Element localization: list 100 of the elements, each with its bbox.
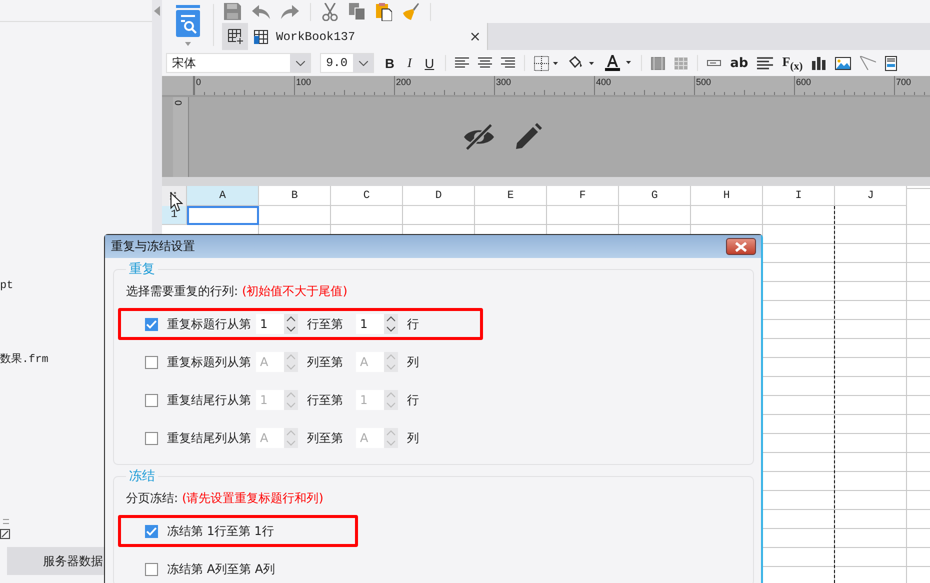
option-label: 重复结尾行从第 [167,392,251,408]
instruction-label: 分页冻结: [126,490,178,506]
workbook-tab[interactable]: WorkBook137 × [248,23,488,50]
ruler-label: 300 [496,77,512,87]
stepper-arrows-icon [384,428,398,448]
scissors-icon[interactable] [322,2,338,20]
stepper-arrows-icon [284,390,298,410]
column-header[interactable]: J [835,186,907,206]
stepper-arrows-icon [284,352,298,372]
line-tool-icon[interactable] [860,56,876,70]
split-cells-icon[interactable] [674,56,688,70]
chevron-down-icon [358,60,368,66]
workbook-icon [254,30,268,44]
close-icon [735,242,747,252]
align-left-icon[interactable] [455,57,470,69]
bold-button[interactable]: B [383,56,396,70]
ruler-label: 700 [896,77,912,87]
pencil-icon[interactable] [514,123,542,151]
option-label: 列 [407,430,419,446]
collapse-arrow-icon[interactable] [154,6,160,16]
checkbox[interactable] [145,394,158,406]
column-header[interactable]: E [475,186,547,206]
option-label: 列至第 [307,354,343,370]
column-header[interactable]: F [547,186,619,206]
warning-note: (请先设置重复标题行和列) [182,490,324,506]
group-title: 冻结 [128,468,156,485]
grip-handle[interactable] [3,519,9,524]
ruler-label: 600 [796,77,812,87]
window-icon[interactable] [0,528,10,540]
chevron-down-icon [296,60,304,66]
file-name[interactable]: 数果.frm [0,351,48,366]
column-header[interactable]: H [691,186,763,206]
close-button[interactable] [726,238,756,255]
checkbox[interactable] [145,524,158,538]
option-label: 列至第 [307,430,343,446]
grid-plus-icon [228,29,242,44]
ruler-label: 400 [596,77,612,87]
eye-slash-icon[interactable] [462,123,496,151]
stepper-arrows-icon [284,314,298,334]
paste-icon[interactable] [376,2,392,20]
stepper-arrows-icon [284,428,298,448]
option-label: 重复标题列从第 [167,354,251,370]
font-select[interactable]: 宋体 [166,53,311,73]
row-header[interactable]: 1 [162,206,187,225]
option-label: 行 [407,316,419,332]
italic-button[interactable]: I [405,55,414,71]
number-spinner[interactable]: 1 [356,314,398,334]
tab-title: WorkBook137 [276,30,356,44]
new-sheet-button[interactable] [222,23,248,50]
dialog-title: 重复与冻结设置 [111,238,195,255]
option-label: 冻结第 A列至第 A列 [167,560,276,578]
merge-cells-icon[interactable] [651,56,666,70]
instruction-label: 选择需要重复的行列: [126,282,238,300]
column-header[interactable]: A [187,186,259,206]
bar-chart-icon[interactable] [812,56,826,70]
stepper-arrows-icon [384,352,398,372]
checkbox[interactable] [145,562,158,576]
redo-icon[interactable] [281,4,299,18]
option-label: 列 [407,354,419,370]
option-label: 重复标题行从第 [167,316,251,332]
paragraph-icon[interactable] [757,56,774,70]
border-icon[interactable] [534,56,558,70]
caret-icon[interactable] [184,42,190,46]
option-label: 冻结第 1行至第 1行 [167,522,274,540]
copy-icon[interactable] [349,3,365,20]
checkbox[interactable] [145,318,158,330]
column-header[interactable]: C [331,186,403,206]
brush-icon[interactable] [403,3,419,20]
selected-cell[interactable] [187,206,259,225]
option-label: 行 [407,392,419,408]
option-label: 行至第 [307,316,343,332]
option-label: 重复结尾列从第 [167,430,251,446]
column-header[interactable]: G [619,186,691,206]
ruler-label: 0 [172,100,182,108]
underline-button[interactable]: U [422,56,436,70]
close-tab-button[interactable]: × [469,28,481,44]
column-header[interactable]: B [259,186,331,206]
column-header[interactable]: I [763,186,835,206]
group-title: 重复 [128,261,156,278]
fill-color-icon[interactable] [567,56,596,70]
font-size-select[interactable]: 9.0 [320,53,374,73]
ruler-label: 100 [296,77,312,87]
checkbox[interactable] [145,356,158,368]
report-preview-icon[interactable] [176,5,200,37]
align-right-icon[interactable] [501,57,516,69]
document-icon[interactable] [884,56,897,70]
text-field-icon[interactable] [707,60,722,66]
option-label: 行至第 [307,392,343,408]
file-name[interactable]: pt [0,280,14,292]
warning-note: (初始值不大于尾值) [242,282,348,300]
align-center-icon[interactable] [478,57,492,69]
undo-icon[interactable] [252,4,270,18]
stepper-arrows-icon [384,390,398,410]
column-header[interactable]: D [403,186,475,206]
image-icon[interactable] [834,56,851,70]
checkbox[interactable] [145,432,158,444]
font-color-icon[interactable] [604,55,632,71]
text-tool-button[interactable]: ab [730,56,748,70]
formula-button[interactable]: F$_{(x)}$ [782,54,803,72]
number-spinner[interactable]: 1 [256,314,298,334]
